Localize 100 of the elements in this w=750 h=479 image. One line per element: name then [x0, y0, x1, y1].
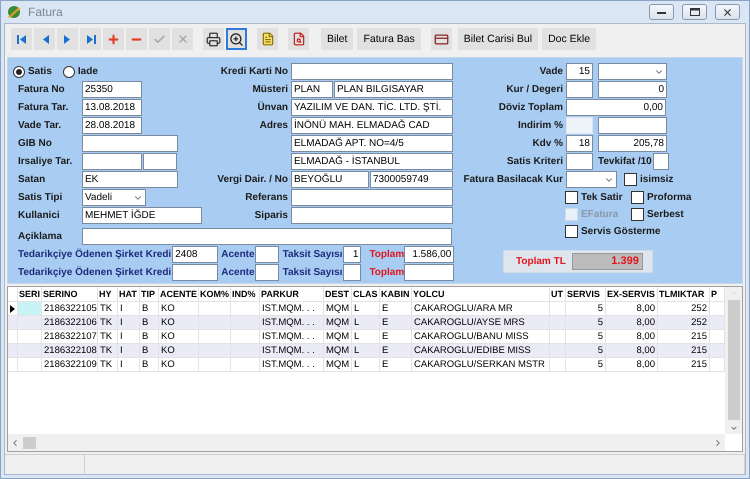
input-field[interactable]	[404, 264, 454, 281]
input-field[interactable]: 13.08.2018	[82, 99, 142, 116]
input-field[interactable]: 205,78	[598, 135, 667, 152]
table-row[interactable]: 2186322105 TK I B KO IST.MQM. . . MQM L E CAKAROGLU/ARA MR 5 8,00 252	[8, 302, 725, 316]
checkbox-label: EFatura	[581, 209, 618, 220]
field-label: Taksit Sayısı	[282, 267, 342, 278]
input-field[interactable]	[82, 228, 452, 245]
field-label: Tedarikçiye Ödenen Şirket Kredi	[18, 249, 172, 260]
scrollbar-thumb[interactable]	[23, 436, 36, 448]
input-field[interactable]: 1	[343, 246, 362, 263]
table-cell: IST.MQM. . .	[260, 358, 324, 372]
field-label: Acente	[221, 249, 255, 260]
input-field[interactable]: ELMADAĞ APT. NO=4/5	[291, 135, 453, 152]
dropdown[interactable]	[598, 63, 667, 80]
input-field[interactable]: 2408	[172, 246, 218, 263]
input-field[interactable]	[82, 153, 142, 170]
checkbox[interactable]	[624, 173, 637, 186]
radio-label: Iade	[78, 66, 98, 77]
field-label: Adres	[258, 120, 288, 131]
input-field[interactable]	[652, 153, 669, 170]
input-field[interactable]	[343, 264, 362, 281]
vertical-scrollbar[interactable]	[725, 287, 742, 434]
table-row[interactable]: 2186322107 TK I B KO IST.MQM. . . MQM L E CAKAROGLU/BANU MISS 5 8,00 215	[8, 330, 725, 344]
toolbar-button[interactable]: Fatura Bas	[357, 28, 421, 50]
add-icon	[107, 32, 120, 46]
input-field[interactable]	[566, 81, 593, 98]
input-field[interactable]: 7300059749	[370, 171, 453, 188]
checkbox-label: Serbest	[647, 209, 684, 220]
input-field[interactable]	[598, 117, 667, 134]
input-field[interactable]	[291, 189, 453, 206]
document-icon	[260, 32, 274, 46]
input-field[interactable]: MEHMET İĞDE	[82, 207, 202, 224]
checkbox[interactable]	[631, 208, 644, 221]
checkbox[interactable]	[565, 225, 578, 238]
check-icon	[153, 32, 166, 46]
field-label: GIB No	[18, 138, 53, 149]
checkbox-label: Servis Gösterme	[581, 226, 660, 237]
next-icon	[62, 34, 72, 44]
toolbar-button[interactable]: Bilet Carisi Bul	[458, 28, 538, 50]
checkbox[interactable]	[565, 191, 578, 204]
input-field[interactable]: EK	[82, 171, 178, 188]
maximize-icon	[690, 8, 700, 16]
input-field[interactable]: PLAN	[291, 81, 333, 98]
table-row[interactable]: 2186322109 TK I B KO IST.MQM. . . MQM L E CAKAROGLU/SERKAN MSTR 5 8,00 215	[8, 358, 725, 372]
table-cell: I	[118, 358, 140, 372]
input-field[interactable]: İNÖNÜ MAH. ELMADAĞ CAD	[291, 117, 453, 134]
input-field[interactable]: ELMADAĞ - İSTANBUL	[291, 153, 453, 170]
field-label: Fatura Tar.	[18, 102, 70, 113]
input-field[interactable]: 18	[566, 135, 593, 152]
input-field[interactable]	[254, 264, 279, 281]
close-icon	[722, 6, 733, 18]
scrollbar-thumb[interactable]	[728, 300, 740, 420]
field-label: Fatura Basilacak Kur	[462, 174, 563, 185]
app-logo-icon	[6, 4, 22, 20]
table-cell: TK	[98, 358, 118, 372]
table-row[interactable]: 2186322106 TK I B KO IST.MQM. . . MQM L E CAKAROGLU/AYSE MRS 5 8,00 252	[8, 316, 725, 330]
field-label: Kur / Degeri	[505, 84, 563, 95]
field-label: Vergi Dair. / No	[216, 174, 288, 185]
table-cell: KO	[159, 358, 199, 372]
toolbar-button[interactable]: Doc Ekle	[542, 28, 596, 50]
table-cell: 8,00	[606, 358, 658, 372]
horizontal-scrollbar[interactable]	[8, 434, 725, 451]
input-field[interactable]: 0	[598, 81, 667, 98]
window-title: Fatura	[28, 5, 64, 19]
checkbox-label: Proforma	[647, 192, 692, 203]
dropdown[interactable]: Vadeli	[82, 189, 146, 206]
input-field[interactable]: 0,00	[566, 99, 666, 116]
field-label: Fatura No	[18, 84, 66, 95]
field-label: Referans	[244, 192, 288, 203]
input-field[interactable]: 25350	[82, 81, 142, 98]
table-cell: MQM	[324, 358, 352, 372]
table-row[interactable]: 2186322108 TK I B KO IST.MQM. . . MQM L E CAKAROGLU/EDIBE MISS 5 8,00 215	[8, 344, 725, 358]
field-label: Toplam	[369, 249, 404, 260]
field-label: Satis Kriteri	[506, 156, 563, 167]
input-field[interactable]: BEYOĞLU	[291, 171, 369, 188]
input-field[interactable]	[291, 207, 453, 224]
field-label: Açiklama	[18, 231, 63, 242]
table-cell	[199, 358, 231, 372]
input-field[interactable]	[254, 246, 279, 263]
maximize-button[interactable]	[682, 4, 707, 20]
input-field[interactable]: YAZILIM VE DAN. TİC. LTD. ŞTİ.	[291, 99, 453, 116]
input-field[interactable]	[172, 264, 218, 281]
input-field[interactable]: 1.586,00	[404, 246, 454, 263]
input-field[interactable]	[291, 63, 453, 80]
input-field[interactable]: PLAN BILGISAYAR	[334, 81, 453, 98]
minimize-button[interactable]	[649, 4, 674, 20]
input-field[interactable]: 28.08.2018	[82, 117, 142, 134]
input-field[interactable]: 15	[566, 63, 593, 80]
close-button[interactable]	[715, 4, 740, 20]
input-field[interactable]	[82, 135, 178, 152]
toolbar-button[interactable]: Bilet	[321, 28, 354, 50]
input-field[interactable]	[566, 153, 593, 170]
checkbox-label: isimsiz	[640, 174, 674, 185]
radio-button[interactable]	[62, 66, 75, 78]
total-label: Toplam TL	[516, 256, 566, 267]
input-field[interactable]	[143, 153, 177, 170]
toolbar-button[interactable]	[226, 28, 247, 50]
field-label: Satis Tipi	[18, 192, 64, 203]
checkbox[interactable]	[631, 191, 644, 204]
radio-button[interactable]	[13, 66, 25, 78]
